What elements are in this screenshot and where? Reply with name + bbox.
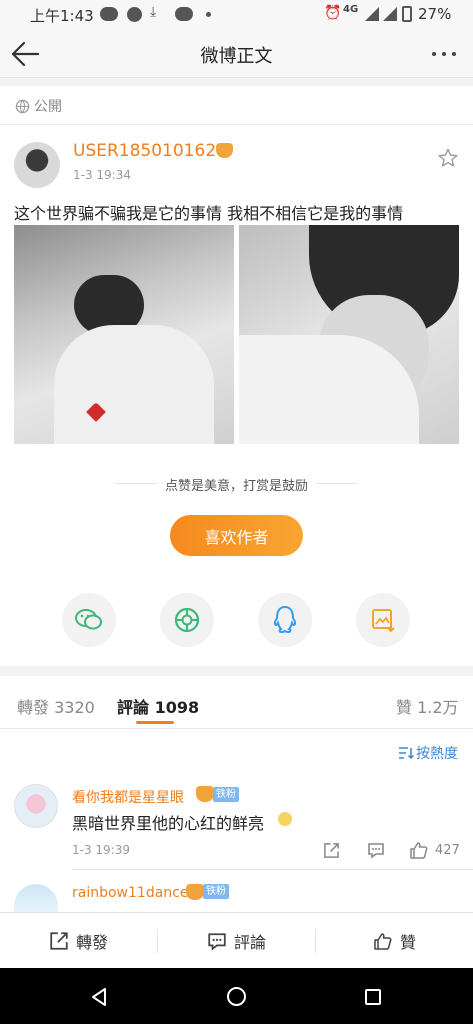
- post-date: 1-3 19:34: [73, 168, 131, 182]
- reward-hint: 点赞是美意，打赏是鼓励: [164, 479, 308, 494]
- emoji-icon: [278, 812, 292, 826]
- like-comment-icon[interactable]: [409, 841, 429, 860]
- reward-line-right: [316, 483, 358, 484]
- bottom-like-label: 贊: [399, 933, 416, 952]
- comment-avatar[interactable]: [14, 784, 58, 828]
- system-nav-bar: [0, 968, 473, 1024]
- tab-repost[interactable]: 轉發 3320: [17, 694, 95, 718]
- status-time: 上午1:43: [30, 7, 94, 25]
- nav-back-icon[interactable]: [90, 987, 108, 1007]
- bottom-comment-button[interactable]: 評論: [158, 913, 315, 969]
- repost-icon: [50, 932, 68, 950]
- comment-avatar[interactable]: [14, 884, 58, 912]
- wechat-icon: [75, 609, 102, 630]
- fan-crown-icon: [186, 884, 204, 900]
- sort-label: 按熱度: [416, 746, 458, 762]
- signal-icon-2: [383, 7, 397, 21]
- line-icon-2: [175, 7, 193, 21]
- network-label: 4G: [343, 4, 359, 15]
- bottom-repost-button[interactable]: 轉發: [0, 913, 157, 969]
- bottom-comment-label: 評論: [233, 933, 266, 952]
- divider: [0, 124, 473, 125]
- line-icon: [100, 7, 118, 21]
- comment-text: 黑暗世界里他的心红的鲜亮: [72, 814, 265, 833]
- alarm-icon: ⏰: [324, 5, 342, 21]
- repost-comment-icon[interactable]: [323, 842, 340, 859]
- qq-icon: [273, 605, 297, 634]
- divider: [0, 728, 473, 729]
- reply-comment-icon[interactable]: [367, 842, 385, 859]
- facebook-icon: [127, 7, 142, 22]
- section-gap: [0, 666, 473, 676]
- favorite-star-icon[interactable]: [437, 147, 459, 169]
- post-image-1[interactable]: [14, 225, 234, 444]
- comment-like-count: 427: [435, 843, 460, 858]
- comment-icon: [208, 932, 226, 950]
- bottom-repost-label: 轉發: [75, 933, 108, 952]
- fan-badge: 铁粉: [213, 787, 239, 802]
- reward-author-button[interactable]: 喜欢作者: [170, 515, 303, 556]
- fan-crown-icon: [196, 786, 214, 802]
- download-icon: ⤓: [150, 4, 157, 20]
- more-options-icon[interactable]: [432, 52, 462, 58]
- bottom-action-bar: 轉發 評論 贊: [0, 912, 473, 968]
- battery-icon: [402, 6, 412, 22]
- comment-username[interactable]: rainbow11dance: [72, 885, 188, 901]
- share-qq-button[interactable]: [258, 593, 312, 647]
- battery-level: 27%: [418, 5, 452, 23]
- fan-badge: 铁粉: [203, 884, 229, 899]
- avatar[interactable]: [14, 142, 60, 188]
- comment-username[interactable]: 看你我都是星星眼: [72, 787, 184, 807]
- share-moments-button[interactable]: [160, 593, 214, 647]
- divider: [72, 869, 473, 870]
- sort-by-hot-button[interactable]: 按熱度: [398, 743, 458, 763]
- bottom-like-button[interactable]: 贊: [316, 913, 473, 969]
- post-username[interactable]: USER1850101627: [73, 141, 227, 161]
- vip-crown-icon: [216, 143, 233, 158]
- section-gap: [0, 78, 473, 86]
- post-image-2[interactable]: [239, 225, 459, 444]
- signal-icon: [365, 7, 379, 21]
- tab-comments[interactable]: 評論 1098: [117, 694, 199, 718]
- visibility-label: 公開: [34, 99, 62, 115]
- post-text: 这个世界骗不骗我是它的事情 我相不相信它是我的事情: [14, 204, 404, 223]
- active-tab-indicator: [136, 721, 174, 724]
- status-bar: 上午1:43 ⤓ ⏰ 4G 27%: [0, 0, 473, 30]
- nav-home-icon[interactable]: [227, 987, 246, 1006]
- title-bar: 微博正文: [0, 30, 473, 78]
- page-title: 微博正文: [200, 46, 273, 67]
- save-image-button[interactable]: [356, 593, 410, 647]
- image-figure-body: [54, 325, 214, 444]
- comment-date: 1-3 19:39: [72, 843, 130, 857]
- visibility-row: 公開: [15, 96, 62, 116]
- save-image-icon: [372, 609, 395, 633]
- notification-dot-icon: [206, 12, 211, 17]
- sort-icon: [399, 747, 414, 760]
- tab-likes[interactable]: 贊 1.2万: [396, 694, 459, 718]
- share-wechat-button[interactable]: [62, 593, 116, 647]
- nav-recents-icon[interactable]: [365, 989, 381, 1005]
- globe-icon: [15, 99, 30, 113]
- like-icon: [374, 932, 392, 950]
- moments-icon: [174, 607, 200, 633]
